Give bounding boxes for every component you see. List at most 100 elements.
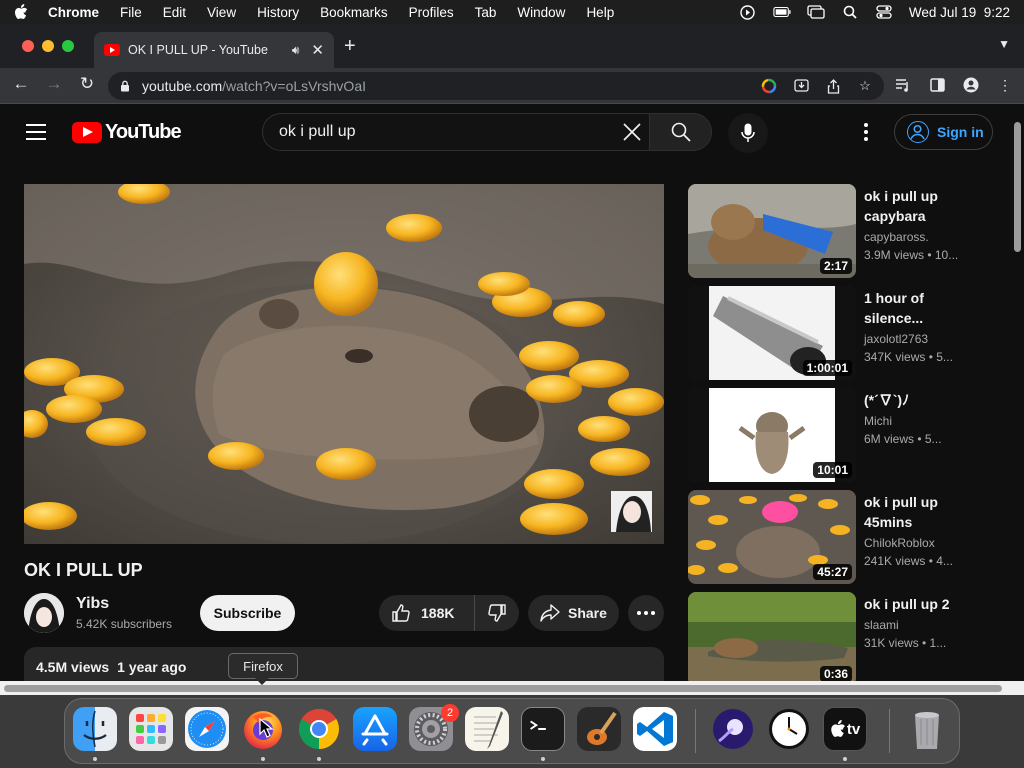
share-label: Share <box>568 605 607 621</box>
dislike-button[interactable] <box>475 603 519 623</box>
horizontal-scroll-thumb[interactable] <box>4 685 1002 692</box>
close-tab-icon[interactable]: ✕ <box>311 41 324 59</box>
search-icon <box>671 122 691 142</box>
garageband-icon[interactable] <box>577 707 621 751</box>
recommendation-title[interactable]: ok i pull up capybara <box>864 186 982 226</box>
subscribe-button[interactable]: Subscribe <box>200 595 295 631</box>
recommendation-title[interactable]: 1 hour of silence... <box>864 288 982 328</box>
minimize-window-button[interactable] <box>42 40 54 52</box>
spotlight-search-icon[interactable] <box>841 5 859 19</box>
mouse-cursor-icon <box>259 718 273 738</box>
youtube-favicon-icon <box>104 44 120 56</box>
menu-history[interactable]: History <box>257 5 299 20</box>
apple-tv-icon[interactable]: tv <box>823 707 867 751</box>
tab-search-chevron-icon[interactable]: ▼ <box>998 37 1010 51</box>
channel-name[interactable]: Yibs <box>76 595 109 613</box>
chrome-menu-icon[interactable]: ⋮ <box>996 76 1014 94</box>
voice-search-button[interactable] <box>728 113 768 153</box>
profile-icon[interactable] <box>962 76 980 94</box>
comet-icon[interactable] <box>711 707 755 751</box>
apple-icon[interactable] <box>14 4 30 20</box>
address-bar[interactable]: youtube.com/watch?v=oLsVrshvOaI ☆ <box>108 72 884 100</box>
install-app-icon[interactable] <box>792 77 810 95</box>
recommendation-channel[interactable]: capybaross. <box>864 230 929 244</box>
recommendation-thumbnail[interactable]: 1:00:01 <box>688 286 856 380</box>
launchpad-icon[interactable] <box>129 707 173 751</box>
recommendation-channel[interactable]: jaxolotl2763 <box>864 332 928 346</box>
browser-tab-active[interactable]: OK I PULL UP - YouTube 🔊︎ ✕ <box>94 32 334 68</box>
clock-app-icon[interactable] <box>767 707 811 751</box>
side-panel-icon[interactable] <box>928 76 946 94</box>
textedit-icon[interactable] <box>465 707 509 751</box>
recommendation-thumbnail[interactable]: 0:36 <box>688 592 856 681</box>
menubar-clock[interactable]: Wed Jul 19 9:22 <box>909 5 1010 20</box>
bookmark-star-icon[interactable]: ☆ <box>856 77 874 95</box>
media-controls-icon[interactable] <box>894 76 912 94</box>
menu-view[interactable]: View <box>207 5 236 20</box>
video-player[interactable] <box>24 184 664 544</box>
menu-tab[interactable]: Tab <box>475 5 497 20</box>
sign-in-button[interactable]: Sign in <box>894 114 993 150</box>
speaker-icon[interactable]: 🔊︎ <box>292 43 300 58</box>
like-button[interactable]: 188K <box>379 595 475 631</box>
back-arrow-icon[interactable]: ← <box>10 74 32 94</box>
recommendation-item[interactable]: 10:01 (*´∇`)ﾉ Michi 6M views • 5... <box>688 388 1008 484</box>
battery-icon[interactable] <box>773 5 791 19</box>
chrome-icon[interactable] <box>297 707 341 751</box>
safari-icon[interactable] <box>185 707 229 751</box>
vertical-scrollbar[interactable] <box>1012 104 1022 681</box>
youtube-header: YouTube ok i pull up Sign in <box>0 105 1010 161</box>
new-tab-button[interactable]: + <box>344 35 356 58</box>
maximize-window-button[interactable] <box>62 40 74 52</box>
app-store-icon[interactable] <box>353 707 397 751</box>
subscriber-count: 5.42K subscribers <box>76 617 173 631</box>
description-box[interactable]: 4.5M views 1 year ago <box>24 647 664 681</box>
close-window-button[interactable] <box>22 40 34 52</box>
search-button[interactable] <box>649 113 712 151</box>
recommendation-item[interactable]: 45:27 ok i pull up 45mins ChilokRoblox 2… <box>688 490 1008 586</box>
media-play-icon[interactable] <box>739 4 757 20</box>
menu-file[interactable]: File <box>120 5 142 20</box>
more-actions-button[interactable] <box>628 595 664 631</box>
finder-icon[interactable] <box>73 707 117 751</box>
youtube-play-logo-icon <box>72 122 102 143</box>
recommendation-title[interactable]: (*´∇`)ﾉ <box>864 390 982 410</box>
recommendation-thumbnail[interactable]: 45:27 <box>688 490 856 584</box>
menu-window[interactable]: Window <box>517 5 565 20</box>
menu-chrome[interactable]: Chrome <box>48 5 99 20</box>
terminal-icon[interactable] <box>521 707 565 751</box>
recommendation-item[interactable]: 2:17 ok i pull up capybara capybaross. 3… <box>688 184 1008 280</box>
menu-edit[interactable]: Edit <box>163 5 186 20</box>
recommendation-thumbnail[interactable]: 10:01 <box>688 388 856 482</box>
menu-help[interactable]: Help <box>586 5 614 20</box>
search-query: ok i pull up <box>279 123 356 140</box>
recommendation-channel[interactable]: Michi <box>864 414 892 428</box>
share-page-icon[interactable] <box>824 77 842 95</box>
sign-in-label: Sign in <box>937 124 984 140</box>
recommendation-item[interactable]: 1:00:01 1 hour of silence... jaxolotl276… <box>688 286 1008 382</box>
horizontal-scrollbar[interactable] <box>0 681 1024 695</box>
recommendation-title[interactable]: ok i pull up 2 <box>864 594 982 614</box>
menu-profiles[interactable]: Profiles <box>409 5 454 20</box>
channel-avatar[interactable] <box>24 593 64 633</box>
recommendation-channel[interactable]: slaami <box>864 618 899 632</box>
recommendation-item[interactable]: 0:36 ok i pull up 2 slaami 31K views • 1… <box>688 592 1008 681</box>
forward-arrow-icon[interactable]: → <box>43 74 65 94</box>
screen-mirroring-icon[interactable] <box>807 5 825 19</box>
google-lens-icon[interactable] <box>760 77 778 95</box>
reload-icon[interactable]: ↻ <box>76 74 98 94</box>
search-input[interactable]: ok i pull up <box>262 113 650 151</box>
recommendation-title[interactable]: ok i pull up 45mins <box>864 492 982 532</box>
control-center-icon[interactable] <box>875 5 893 19</box>
youtube-logo[interactable]: YouTube <box>72 121 182 144</box>
recommendation-channel[interactable]: ChilokRoblox <box>864 536 935 550</box>
vertical-scroll-thumb[interactable] <box>1014 122 1021 252</box>
clear-search-icon[interactable] <box>621 121 643 143</box>
recommendation-thumbnail[interactable]: 2:17 <box>688 184 856 278</box>
menu-bookmarks[interactable]: Bookmarks <box>320 5 388 20</box>
vscode-icon[interactable] <box>633 707 677 751</box>
hamburger-menu-icon[interactable] <box>26 124 46 145</box>
trash-icon[interactable] <box>905 707 949 751</box>
settings-kebab-icon[interactable] <box>862 123 870 144</box>
share-button[interactable]: Share <box>528 595 619 631</box>
